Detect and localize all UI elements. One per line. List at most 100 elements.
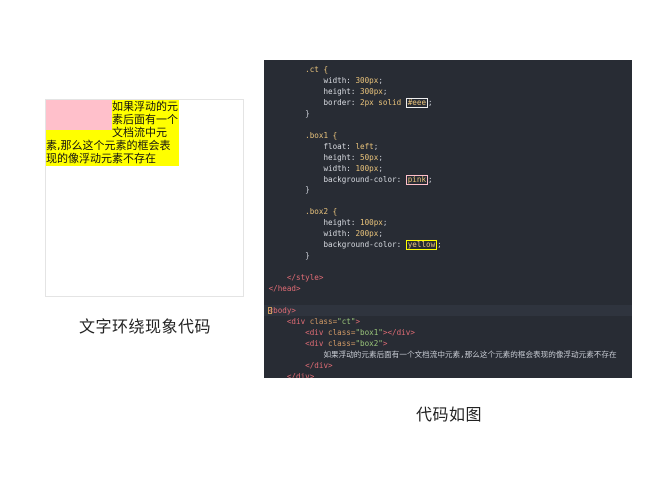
code-token-str: "box2" (355, 338, 383, 348)
code-line: height: 100px; (264, 217, 632, 228)
code-token-str: "box1" (355, 327, 383, 337)
code-token-prop: height: (323, 86, 361, 96)
code-token-val: 300px (355, 75, 379, 85)
code-line: .box2 { (264, 206, 632, 217)
code-line: background-color: pink; (264, 174, 632, 185)
code-token-punc: ; (382, 218, 388, 228)
code-line: <body> (264, 304, 632, 316)
code-token-val: 200px (355, 229, 379, 239)
code-token-tag: <body> (268, 305, 297, 315)
demo-container-ct: 如果浮动的元素后面有一个文档流中元素,那么这个元素的框会表现的像浮动元素不存在 (45, 99, 244, 297)
code-token-punc: } (305, 108, 310, 118)
color-swatch-value: #eee (405, 97, 429, 108)
code-token-tag: </div> (305, 360, 333, 370)
code-token-punc: ; (382, 86, 388, 96)
code-line: border: 2px solid #eee; (264, 97, 632, 108)
page: 如果浮动的元素后面有一个文档流中元素,那么这个元素的框会表现的像浮动元素不存在 … (0, 0, 650, 487)
bracket-match-marker (268, 306, 272, 314)
code-line: </head> (264, 283, 632, 294)
code-token-tag: <div (305, 327, 329, 337)
code-line: } (264, 250, 632, 261)
code-token-punc: ; (373, 141, 379, 151)
code-token-punc: ; (437, 240, 442, 250)
code-line (264, 261, 632, 272)
code-line: width: 100px; (264, 163, 632, 174)
code-line: width: 300px; (264, 75, 632, 86)
code-line: height: 50px; (264, 152, 632, 163)
code-token-sel: .box1 { (305, 130, 338, 140)
code-token-val: 50px (360, 152, 379, 162)
code-token-attr: class= (328, 338, 356, 348)
code-editor: .ct { width: 300px; height: 300px; borde… (264, 60, 632, 378)
code-line (264, 195, 632, 206)
code-line: <div class="box1"></div> (264, 327, 632, 338)
code-token-prop: height: (323, 152, 361, 162)
color-swatch-value: pink (405, 174, 429, 185)
code-token-punc: } (305, 185, 310, 195)
code-token-sel: .ct { (305, 65, 329, 74)
code-token-punc: ; (428, 174, 433, 184)
code-token-punc: ; (378, 152, 383, 162)
code-token-str: "ct" (337, 316, 356, 326)
code-token-tag: </head> (268, 284, 301, 293)
code-token-sel: .box2 { (305, 207, 338, 217)
code-token-prop: float: (323, 141, 356, 151)
demo-wrapped-text-block: 如果浮动的元素后面有一个文档流中元素,那么这个元素的框会表现的像浮动元素不存在 (46, 100, 179, 165)
code-token-punc: ; (378, 229, 383, 239)
code-token-attr: class= (309, 316, 338, 326)
code-token-tag: <div (286, 316, 310, 326)
code-line: background-color: yellow; (264, 239, 632, 251)
code-caption: 代码如图 (415, 405, 482, 424)
float-spacer (46, 100, 112, 137)
code-line: </div> (264, 371, 632, 378)
code-line: </style> (264, 272, 632, 283)
code-token-prop: border: (323, 97, 361, 107)
code-token-val: 100px (360, 218, 383, 228)
code-token-attr: class= (328, 327, 356, 337)
code-token-tag: </style> (286, 273, 324, 283)
code-token-val: 100px (355, 163, 379, 173)
code-token-val: 2px solid (360, 97, 406, 107)
color-swatch-value: yellow (405, 240, 438, 251)
demo-caption: 文字环绕现象代码 (78, 317, 211, 336)
code-token-tag: </div> (286, 371, 315, 378)
code-line: 如果浮动的元素后面有一个文档流中元素,那么这个元素的框会表现的像浮动元素不存在 (264, 349, 632, 360)
code-token-punc: ; (378, 75, 383, 85)
code-line: .box1 { (264, 130, 632, 141)
code-token-punc: } (305, 251, 310, 261)
code-line: <div class="ct"> (264, 316, 632, 327)
code-line (264, 294, 632, 305)
code-token-tag: <div (305, 338, 329, 348)
code-token-tag: ></div> (382, 327, 415, 337)
code-token-punc: ; (378, 163, 383, 173)
code-token-val: 300px (360, 86, 383, 96)
code-line: .ct { (264, 64, 632, 75)
code-line: <div class="box2"> (264, 338, 632, 349)
code-token-prop: background-color: (323, 240, 406, 250)
code-token-prop: background-color: (323, 174, 406, 184)
code-line: } (264, 108, 632, 119)
code-token-prop: width: (323, 229, 356, 239)
code-line (264, 119, 632, 130)
